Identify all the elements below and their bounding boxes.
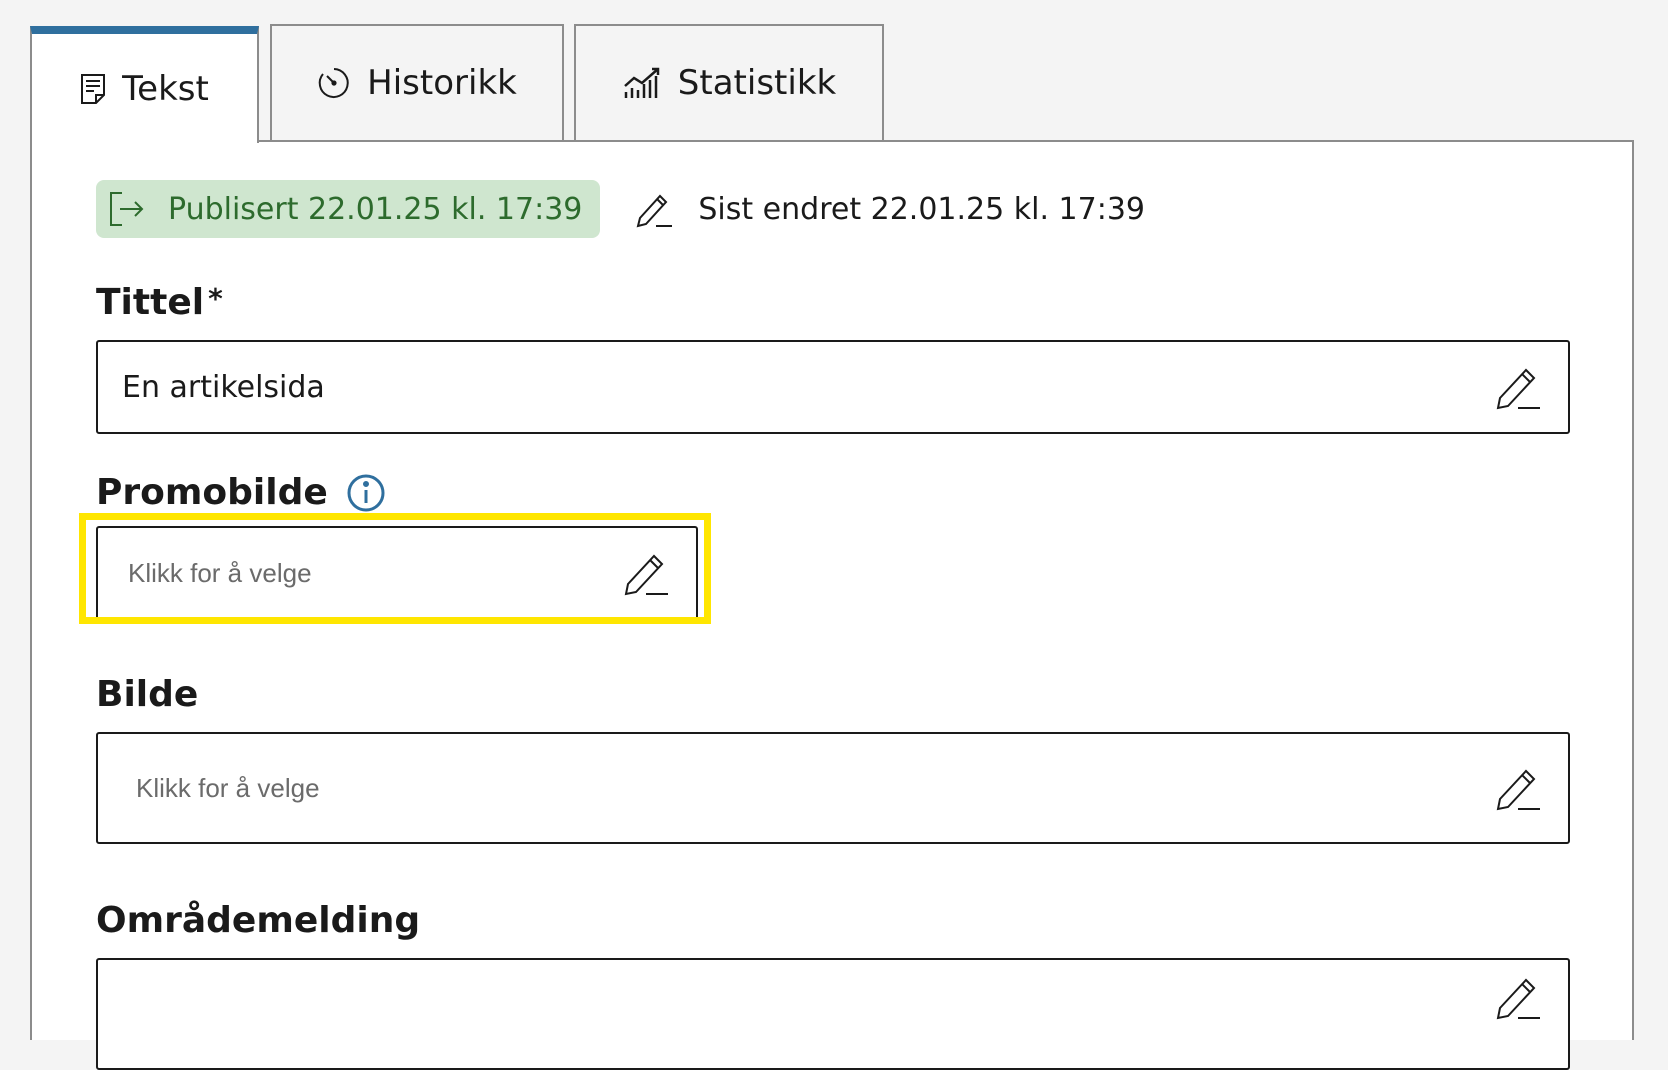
last-edited-text: Sist endret 22.01.25 kl. 17:39 [698,191,1145,227]
tab-statistikk[interactable]: Statistikk [574,24,884,140]
chart-icon [622,66,662,100]
document-icon [80,73,106,105]
omrademelding-field[interactable] [96,958,1570,1070]
status-row: Publisert 22.01.25 kl. 17:39 Sist endret… [96,180,1145,238]
published-badge: Publisert 22.01.25 kl. 17:39 [96,180,601,238]
promobilde-label-text: Promobilde [96,472,328,513]
tittel-label-text: Tittel [96,282,205,323]
publish-icon [108,190,146,228]
required-mark: * [208,282,223,315]
tab-label: Historikk [367,63,517,103]
pencil-icon[interactable] [1494,974,1542,1020]
omrademelding-label: Områdemelding [96,900,420,941]
promobilde-label: Promobilde [96,472,386,513]
tab-label: Statistikk [677,63,837,103]
last-edited: Sist endret 22.01.25 kl. 17:39 [634,190,1145,228]
pencil-icon [634,190,674,228]
tab-tekst[interactable]: Tekst [30,26,259,143]
tab-historikk[interactable]: Historikk [270,24,564,140]
tab-label: Tekst [122,68,209,109]
bilde-placeholder: Klikk for å velge [136,772,320,803]
omrademelding-label-text: Områdemelding [96,900,421,941]
tittel-value: En artikelsida [122,369,325,405]
tittel-label: Tittel * [96,282,223,323]
tittel-field[interactable]: En artikelsida [96,340,1570,434]
bilde-label: Bilde [96,674,198,715]
bilde-label-text: Bilde [96,674,199,715]
pencil-icon[interactable] [1494,765,1542,811]
info-icon[interactable] [346,473,386,513]
timer-icon [317,66,351,100]
focus-highlight [79,513,711,624]
bilde-field[interactable]: Klikk for å velge [96,732,1570,844]
published-text: Publisert 22.01.25 kl. 17:39 [168,191,583,227]
pencil-icon[interactable] [1494,364,1542,410]
